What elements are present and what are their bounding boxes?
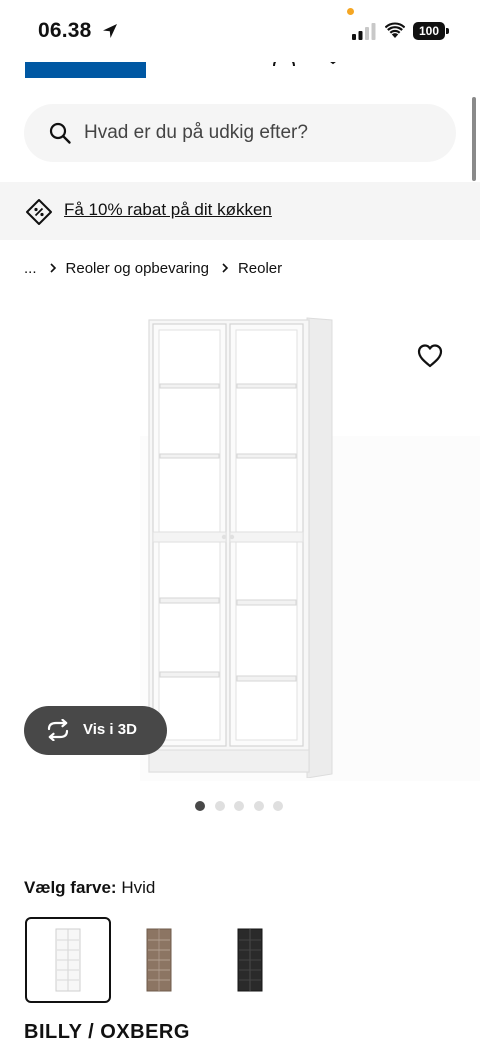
brown-bookcase-thumbnail — [146, 928, 172, 992]
discount-tag-icon — [26, 199, 52, 225]
gallery-pagination[interactable] — [195, 801, 293, 813]
pagination-dot[interactable] — [253, 801, 264, 811]
privacy-indicator-dot — [347, 8, 354, 15]
product-name: BILLY / OXBERG — [24, 1021, 190, 1039]
colour-label-prefix: Vælg farve: — [24, 878, 117, 897]
product-image — [148, 317, 333, 778]
breadcrumb-ellipsis[interactable]: ... — [24, 260, 37, 277]
page-scrollbar[interactable] — [472, 97, 476, 181]
cellular-signal-icon — [352, 23, 376, 40]
rotate-3d-icon — [47, 719, 69, 741]
colour-selector-label: Vælg farve: Hvid — [24, 878, 155, 898]
selected-colour-value: Hvid — [121, 878, 156, 897]
pagination-dot[interactable] — [214, 801, 225, 811]
colour-option-white[interactable] — [25, 917, 111, 1003]
favorite-heart-icon[interactable] — [415, 341, 445, 371]
white-bookcase-thumbnail — [55, 928, 81, 992]
battery-cap — [446, 28, 449, 34]
black-bookcase-thumbnail — [237, 928, 263, 992]
search-bar[interactable]: Hvad er du på udkig efter? — [24, 104, 456, 162]
battery-icon: 100 — [413, 22, 449, 40]
breadcrumb-item-shelves[interactable]: Reoler — [238, 260, 282, 277]
chevron-right-icon — [221, 263, 229, 273]
search-icon — [49, 122, 71, 144]
view-in-3d-label: Vis i 3D — [83, 721, 137, 738]
colour-option-brown[interactable] — [116, 917, 202, 1003]
wifi-icon — [385, 22, 405, 38]
colour-option-black[interactable] — [207, 917, 293, 1003]
pagination-dot[interactable] — [273, 801, 283, 811]
promo-banner[interactable]: Få 10% rabat på dit køkken — [0, 182, 480, 240]
product-image-gallery[interactable]: Vis i 3D — [0, 296, 480, 786]
status-time: 06.38 — [38, 19, 92, 42]
breadcrumb: ... Reoler og opbevaring Reoler — [24, 258, 282, 278]
battery-level: 100 — [413, 22, 445, 40]
pagination-dot[interactable] — [195, 801, 205, 811]
breadcrumb-item-storage[interactable]: Reoler og opbevaring — [66, 260, 209, 277]
chevron-right-icon — [49, 263, 57, 273]
status-bar: 06.38 100 — [0, 0, 480, 62]
location-arrow-icon — [103, 24, 117, 38]
promo-link[interactable]: Få 10% rabat på dit køkken — [64, 200, 272, 220]
search-input[interactable]: Hvad er du på udkig efter? — [84, 122, 308, 144]
view-in-3d-button[interactable]: Vis i 3D — [24, 706, 167, 755]
pagination-dot[interactable] — [234, 801, 244, 811]
